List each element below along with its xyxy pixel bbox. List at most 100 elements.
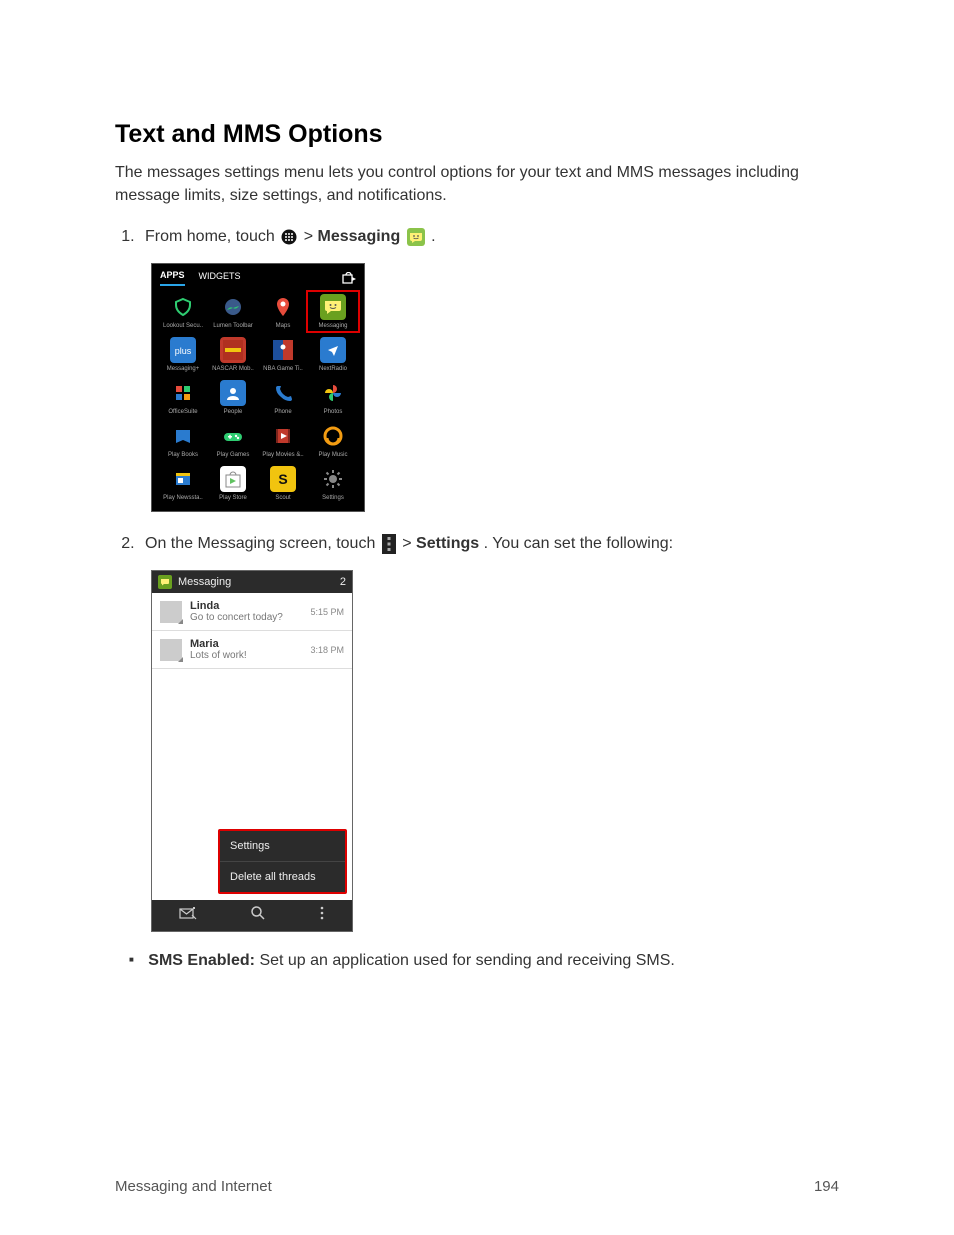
app-play-books[interactable]: Play Books bbox=[158, 421, 208, 460]
avatar bbox=[160, 601, 182, 623]
app-messaging[interactable]: Messaging bbox=[308, 292, 358, 331]
app-icon bbox=[220, 294, 246, 320]
app-icon bbox=[170, 294, 196, 320]
app-nba-game-ti[interactable]: NBA Game Ti.. bbox=[258, 335, 308, 374]
messaging-body: Settings Delete all threads bbox=[152, 669, 352, 900]
thread-name: Linda bbox=[190, 600, 310, 612]
messaging-title: Messaging bbox=[178, 576, 231, 588]
apps-screenshot-header: APPS WIDGETS bbox=[152, 264, 364, 288]
tab-widgets[interactable]: WIDGETS bbox=[199, 271, 241, 285]
messaging-footer-bar bbox=[152, 900, 352, 931]
shop-icon[interactable] bbox=[342, 272, 356, 284]
app-label: People bbox=[224, 409, 243, 415]
app-icon: S bbox=[270, 466, 296, 492]
app-label: Play Books bbox=[168, 452, 198, 458]
app-label: NextRadio bbox=[319, 366, 347, 372]
thread-content: LindaGo to concert today? bbox=[190, 600, 310, 623]
app-icon bbox=[220, 423, 246, 449]
overflow-menu-popup: Settings Delete all threads bbox=[218, 829, 347, 894]
app-label: Messaging bbox=[318, 323, 347, 329]
thread-content: MariaLots of work! bbox=[190, 638, 310, 661]
svg-text:plus: plus bbox=[175, 346, 192, 356]
step-1-gt: > bbox=[304, 228, 318, 245]
thread-time: 5:15 PM bbox=[310, 607, 344, 617]
search-icon[interactable] bbox=[250, 905, 266, 926]
step-2-pre: On the Messaging screen, touch bbox=[145, 535, 380, 552]
tab-apps[interactable]: APPS bbox=[160, 270, 185, 286]
apps-icon bbox=[281, 229, 297, 245]
avatar bbox=[160, 639, 182, 661]
page-footer: Messaging and Internet 194 bbox=[115, 1178, 839, 1195]
app-icon bbox=[170, 423, 196, 449]
app-icon bbox=[220, 380, 246, 406]
app-play-store[interactable]: Play Store bbox=[208, 464, 258, 503]
app-maps[interactable]: Maps bbox=[258, 292, 308, 331]
app-people[interactable]: People bbox=[208, 378, 258, 417]
app-label: Photos bbox=[324, 409, 343, 415]
intro-paragraph: The messages settings menu lets you cont… bbox=[115, 161, 839, 207]
step-2-settings-label: Settings bbox=[416, 535, 479, 552]
app-nextradio[interactable]: NextRadio bbox=[308, 335, 358, 374]
thread-list: LindaGo to concert today?5:15 PMMariaLot… bbox=[152, 593, 352, 669]
app-icon bbox=[220, 337, 246, 363]
app-label: Maps bbox=[276, 323, 291, 329]
app-label: Lookout Secu.. bbox=[163, 323, 203, 329]
thread-row[interactable]: MariaLots of work!3:18 PM bbox=[152, 631, 352, 669]
step-2-gt: > bbox=[402, 535, 416, 552]
app-play-games[interactable]: Play Games bbox=[208, 421, 258, 460]
app-nascar-mob[interactable]: NASCAR Mob.. bbox=[208, 335, 258, 374]
app-label: Phone bbox=[274, 409, 291, 415]
app-label: Play Games bbox=[217, 452, 250, 458]
messaging-app-icon bbox=[158, 575, 172, 589]
thread-preview: Lots of work! bbox=[190, 650, 310, 661]
app-icon bbox=[270, 337, 296, 363]
step-1: From home, touch > Messaging . APPS WIDG… bbox=[139, 225, 839, 512]
apps-screenshot: APPS WIDGETS Lookout Secu.. Lumen Toolbar… bbox=[151, 263, 365, 512]
app-icon bbox=[320, 466, 346, 492]
messaging-icon bbox=[407, 228, 425, 246]
thread-row[interactable]: LindaGo to concert today?5:15 PM bbox=[152, 593, 352, 631]
app-play-newssta[interactable]: Play Newssta.. bbox=[158, 464, 208, 503]
app-label: Play Newssta.. bbox=[163, 495, 203, 501]
app-label: Play Store bbox=[219, 495, 247, 501]
app-label: Settings bbox=[322, 495, 344, 501]
app-officesuite[interactable]: OfficeSuite bbox=[158, 378, 208, 417]
app-label: NBA Game Ti.. bbox=[263, 366, 303, 372]
app-icon bbox=[170, 380, 196, 406]
app-label: Scout bbox=[275, 495, 290, 501]
step-1-text: From home, touch > Messaging . bbox=[145, 225, 839, 249]
app-lookout-secu[interactable]: Lookout Secu.. bbox=[158, 292, 208, 331]
step-1-messaging-label: Messaging bbox=[318, 228, 401, 245]
menu-item-delete-all[interactable]: Delete all threads bbox=[220, 862, 345, 892]
app-play-music[interactable]: Play Music bbox=[308, 421, 358, 460]
thread-name: Maria bbox=[190, 638, 310, 650]
menu-item-settings[interactable]: Settings bbox=[220, 831, 345, 862]
app-icon bbox=[170, 466, 196, 492]
step-2-post: . You can set the following: bbox=[484, 535, 673, 552]
compose-icon[interactable] bbox=[179, 906, 197, 925]
app-label: Lumen Toolbar bbox=[213, 323, 253, 329]
thread-preview: Go to concert today? bbox=[190, 612, 310, 623]
app-photos[interactable]: Photos bbox=[308, 378, 358, 417]
app-icon bbox=[320, 380, 346, 406]
app-label: OfficeSuite bbox=[168, 409, 197, 415]
app-settings[interactable]: Settings bbox=[308, 464, 358, 503]
app-messaging[interactable]: plusMessaging+ bbox=[158, 335, 208, 374]
app-play-movies[interactable]: Play Movies &.. bbox=[258, 421, 308, 460]
app-scout[interactable]: S Scout bbox=[258, 464, 308, 503]
app-icon bbox=[270, 380, 296, 406]
thread-time: 3:18 PM bbox=[310, 645, 344, 655]
footer-section: Messaging and Internet bbox=[115, 1178, 272, 1195]
app-phone[interactable]: Phone bbox=[258, 378, 308, 417]
svg-text:S: S bbox=[278, 471, 287, 487]
app-icon: plus bbox=[170, 337, 196, 363]
option-sms-enabled-text: Set up an application used for sending a… bbox=[259, 952, 674, 969]
step-1-pre: From home, touch bbox=[145, 228, 279, 245]
option-sms-enabled: SMS Enabled: Set up an application used … bbox=[129, 952, 839, 970]
option-sms-enabled-label: SMS Enabled: bbox=[148, 952, 255, 969]
app-icon bbox=[320, 337, 346, 363]
overflow-icon[interactable] bbox=[319, 905, 325, 926]
app-icon bbox=[220, 466, 246, 492]
footer-page-number: 194 bbox=[814, 1178, 839, 1195]
app-lumen-toolbar[interactable]: Lumen Toolbar bbox=[208, 292, 258, 331]
